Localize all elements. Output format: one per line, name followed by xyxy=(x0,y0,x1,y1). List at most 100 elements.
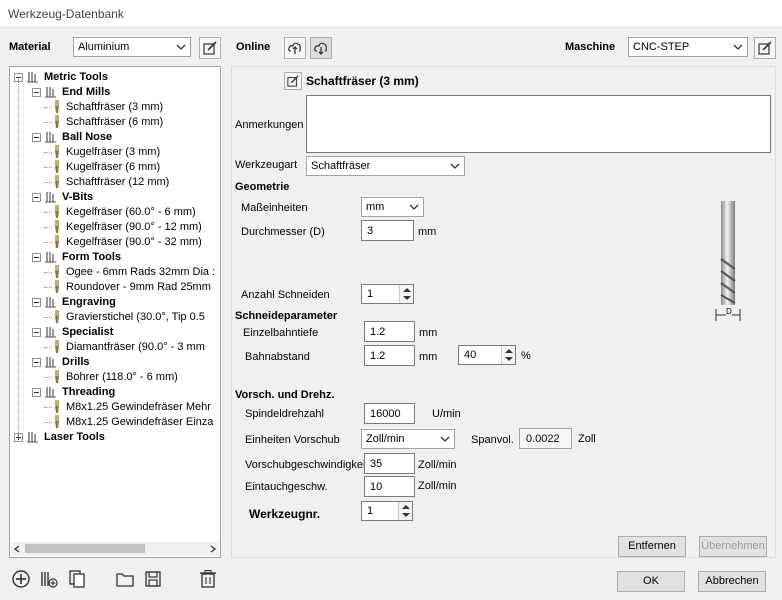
collapse-icon[interactable] xyxy=(32,133,41,142)
pass-depth-label: Einzelbahntiefe xyxy=(243,327,319,339)
remove-button[interactable]: Entfernen xyxy=(618,536,686,557)
notes-textarea[interactable] xyxy=(306,95,771,153)
machine-select[interactable]: CNC-STEP xyxy=(628,37,748,57)
tool-bit-icon xyxy=(55,400,59,413)
tool-bit-icon xyxy=(55,415,59,428)
stepper-arrows[interactable] xyxy=(501,346,515,364)
scroll-left-icon[interactable] xyxy=(13,545,21,553)
collapse-icon[interactable] xyxy=(32,193,41,202)
flutes-value: 1 xyxy=(367,288,374,300)
chip-load-label: Spanvol. xyxy=(471,434,514,446)
tree-group-label: Engraving xyxy=(62,296,116,308)
tool-bit-icon xyxy=(55,115,59,128)
collapse-icon[interactable] xyxy=(32,298,41,307)
spindle-input[interactable]: 16000 xyxy=(364,403,415,424)
chevron-down-icon xyxy=(409,204,419,210)
collapse-icon[interactable] xyxy=(32,388,41,397)
tree-group-label: Drills xyxy=(62,356,90,368)
tool-folder-icon xyxy=(45,387,56,398)
edit-tool-name-button[interactable] xyxy=(284,72,302,90)
scrollbar-thumb[interactable] xyxy=(25,544,145,553)
machine-label: Maschine xyxy=(565,41,616,53)
edit-icon xyxy=(758,41,772,55)
tree-item-label: Kegelfräser (90.0° - 12 mm) xyxy=(66,221,202,233)
edit-machine-button[interactable] xyxy=(754,37,776,59)
tree-item-label: Schaftfräser (3 mm) xyxy=(66,101,164,113)
feed-rate-unit: Zoll/min xyxy=(418,459,457,471)
tree-guide-line xyxy=(18,79,19,437)
tool-folder-icon xyxy=(45,327,56,338)
stepover-value: 1.2 xyxy=(370,350,386,362)
copy-icon[interactable] xyxy=(67,569,87,589)
tree-group-label: Ball Nose xyxy=(62,131,113,143)
tree-group-label: Laser Tools xyxy=(44,431,105,443)
upload-button[interactable] xyxy=(284,37,306,59)
title-bar: Werkzeug-Datenbank xyxy=(0,0,782,28)
feed-units-label: Einheiten Vorschub xyxy=(245,434,340,446)
window-title: Werkzeug-Datenbank xyxy=(8,7,124,21)
apply-button[interactable]: Übernehmen xyxy=(699,536,767,557)
delete-icon[interactable] xyxy=(198,569,218,589)
tool-type-select[interactable]: Schaftfräser xyxy=(306,156,465,176)
flutes-stepper[interactable]: 1 xyxy=(361,284,414,304)
tree-item-label: Kegelfräser (60.0° - 6 mm) xyxy=(66,206,196,218)
download-button[interactable] xyxy=(310,37,332,59)
add-from-library-icon[interactable] xyxy=(39,569,59,589)
tool-bit-icon xyxy=(55,160,59,173)
tool-folder-icon xyxy=(45,252,56,263)
cloud-upload-icon xyxy=(288,42,301,54)
plunge-rate-value: 10 xyxy=(370,481,383,493)
material-select[interactable]: Aluminium xyxy=(73,37,191,57)
pass-depth-input[interactable]: 1.2 xyxy=(364,321,415,342)
stepover-percent-stepper[interactable]: 40 xyxy=(458,345,516,365)
chevron-down-icon xyxy=(440,436,450,442)
pass-depth-unit: mm xyxy=(419,327,438,339)
add-tool-icon[interactable] xyxy=(11,569,31,589)
tree-item-label: Ogee - 6mm Rads 32mm Dia : xyxy=(66,266,216,278)
spindle-label: Spindeldrehzahl xyxy=(245,408,324,420)
edit-material-button[interactable] xyxy=(199,37,221,59)
tool-bit-icon xyxy=(55,175,59,188)
tool-folder-icon xyxy=(45,297,56,308)
feed-rate-input[interactable]: 35 xyxy=(364,453,415,474)
tool-bit-icon xyxy=(55,280,59,293)
pass-depth-value: 1.2 xyxy=(370,326,386,338)
cloud-download-icon xyxy=(314,42,327,55)
ok-button[interactable]: OK xyxy=(617,571,685,592)
feed-rate-label: Vorschubgeschwindigkeit xyxy=(245,459,369,471)
feed-rate-value: 35 xyxy=(370,458,383,470)
tool-tree[interactable]: Metric Tools End Mills Schaftfräser (3 mm)… xyxy=(9,66,221,558)
folder-open-icon[interactable] xyxy=(115,569,135,589)
tool-details-panel: Schaftfräser (3 mm) Anmerkungen Werkzeug… xyxy=(231,66,776,558)
collapse-icon[interactable] xyxy=(32,358,41,367)
tool-folder-icon xyxy=(45,132,56,143)
stepper-arrows[interactable] xyxy=(398,502,412,520)
diameter-value: 3 xyxy=(367,225,374,237)
collapse-icon[interactable] xyxy=(32,328,41,337)
tree-item-label: M8x1.25 Gewindefräser Einza xyxy=(66,416,214,428)
tool-bit-icon xyxy=(55,145,59,158)
stepper-arrows[interactable] xyxy=(399,285,413,303)
plunge-rate-input[interactable]: 10 xyxy=(364,476,415,497)
stepover-label: Bahnabstand xyxy=(245,351,310,363)
tool-number-stepper[interactable]: 1 xyxy=(361,501,413,521)
diameter-input[interactable]: 3 xyxy=(361,220,414,241)
tool-bit-icon xyxy=(55,205,59,218)
stepover-input[interactable]: 1.2 xyxy=(364,345,415,366)
stepover-percent-unit: % xyxy=(521,350,531,362)
collapse-icon[interactable] xyxy=(32,88,41,97)
scroll-right-icon[interactable] xyxy=(209,545,217,553)
tool-folder-icon xyxy=(45,357,56,368)
cancel-button[interactable]: Abbrechen xyxy=(698,571,766,592)
tree-item-label: Gravierstichel (30.0°, Tip 0.5 xyxy=(66,311,205,323)
edit-icon xyxy=(287,75,299,87)
machine-value: CNC-STEP xyxy=(633,41,690,53)
units-select[interactable]: mm xyxy=(361,197,424,217)
save-icon[interactable] xyxy=(143,569,163,589)
units-value: mm xyxy=(366,201,385,213)
tree-item-label: Kugelfräser (3 mm) xyxy=(66,146,161,158)
feed-units-value: Zoll/min xyxy=(366,433,405,445)
collapse-icon[interactable] xyxy=(32,253,41,262)
horizontal-scrollbar[interactable] xyxy=(11,542,219,556)
feed-units-select[interactable]: Zoll/min xyxy=(361,429,455,449)
